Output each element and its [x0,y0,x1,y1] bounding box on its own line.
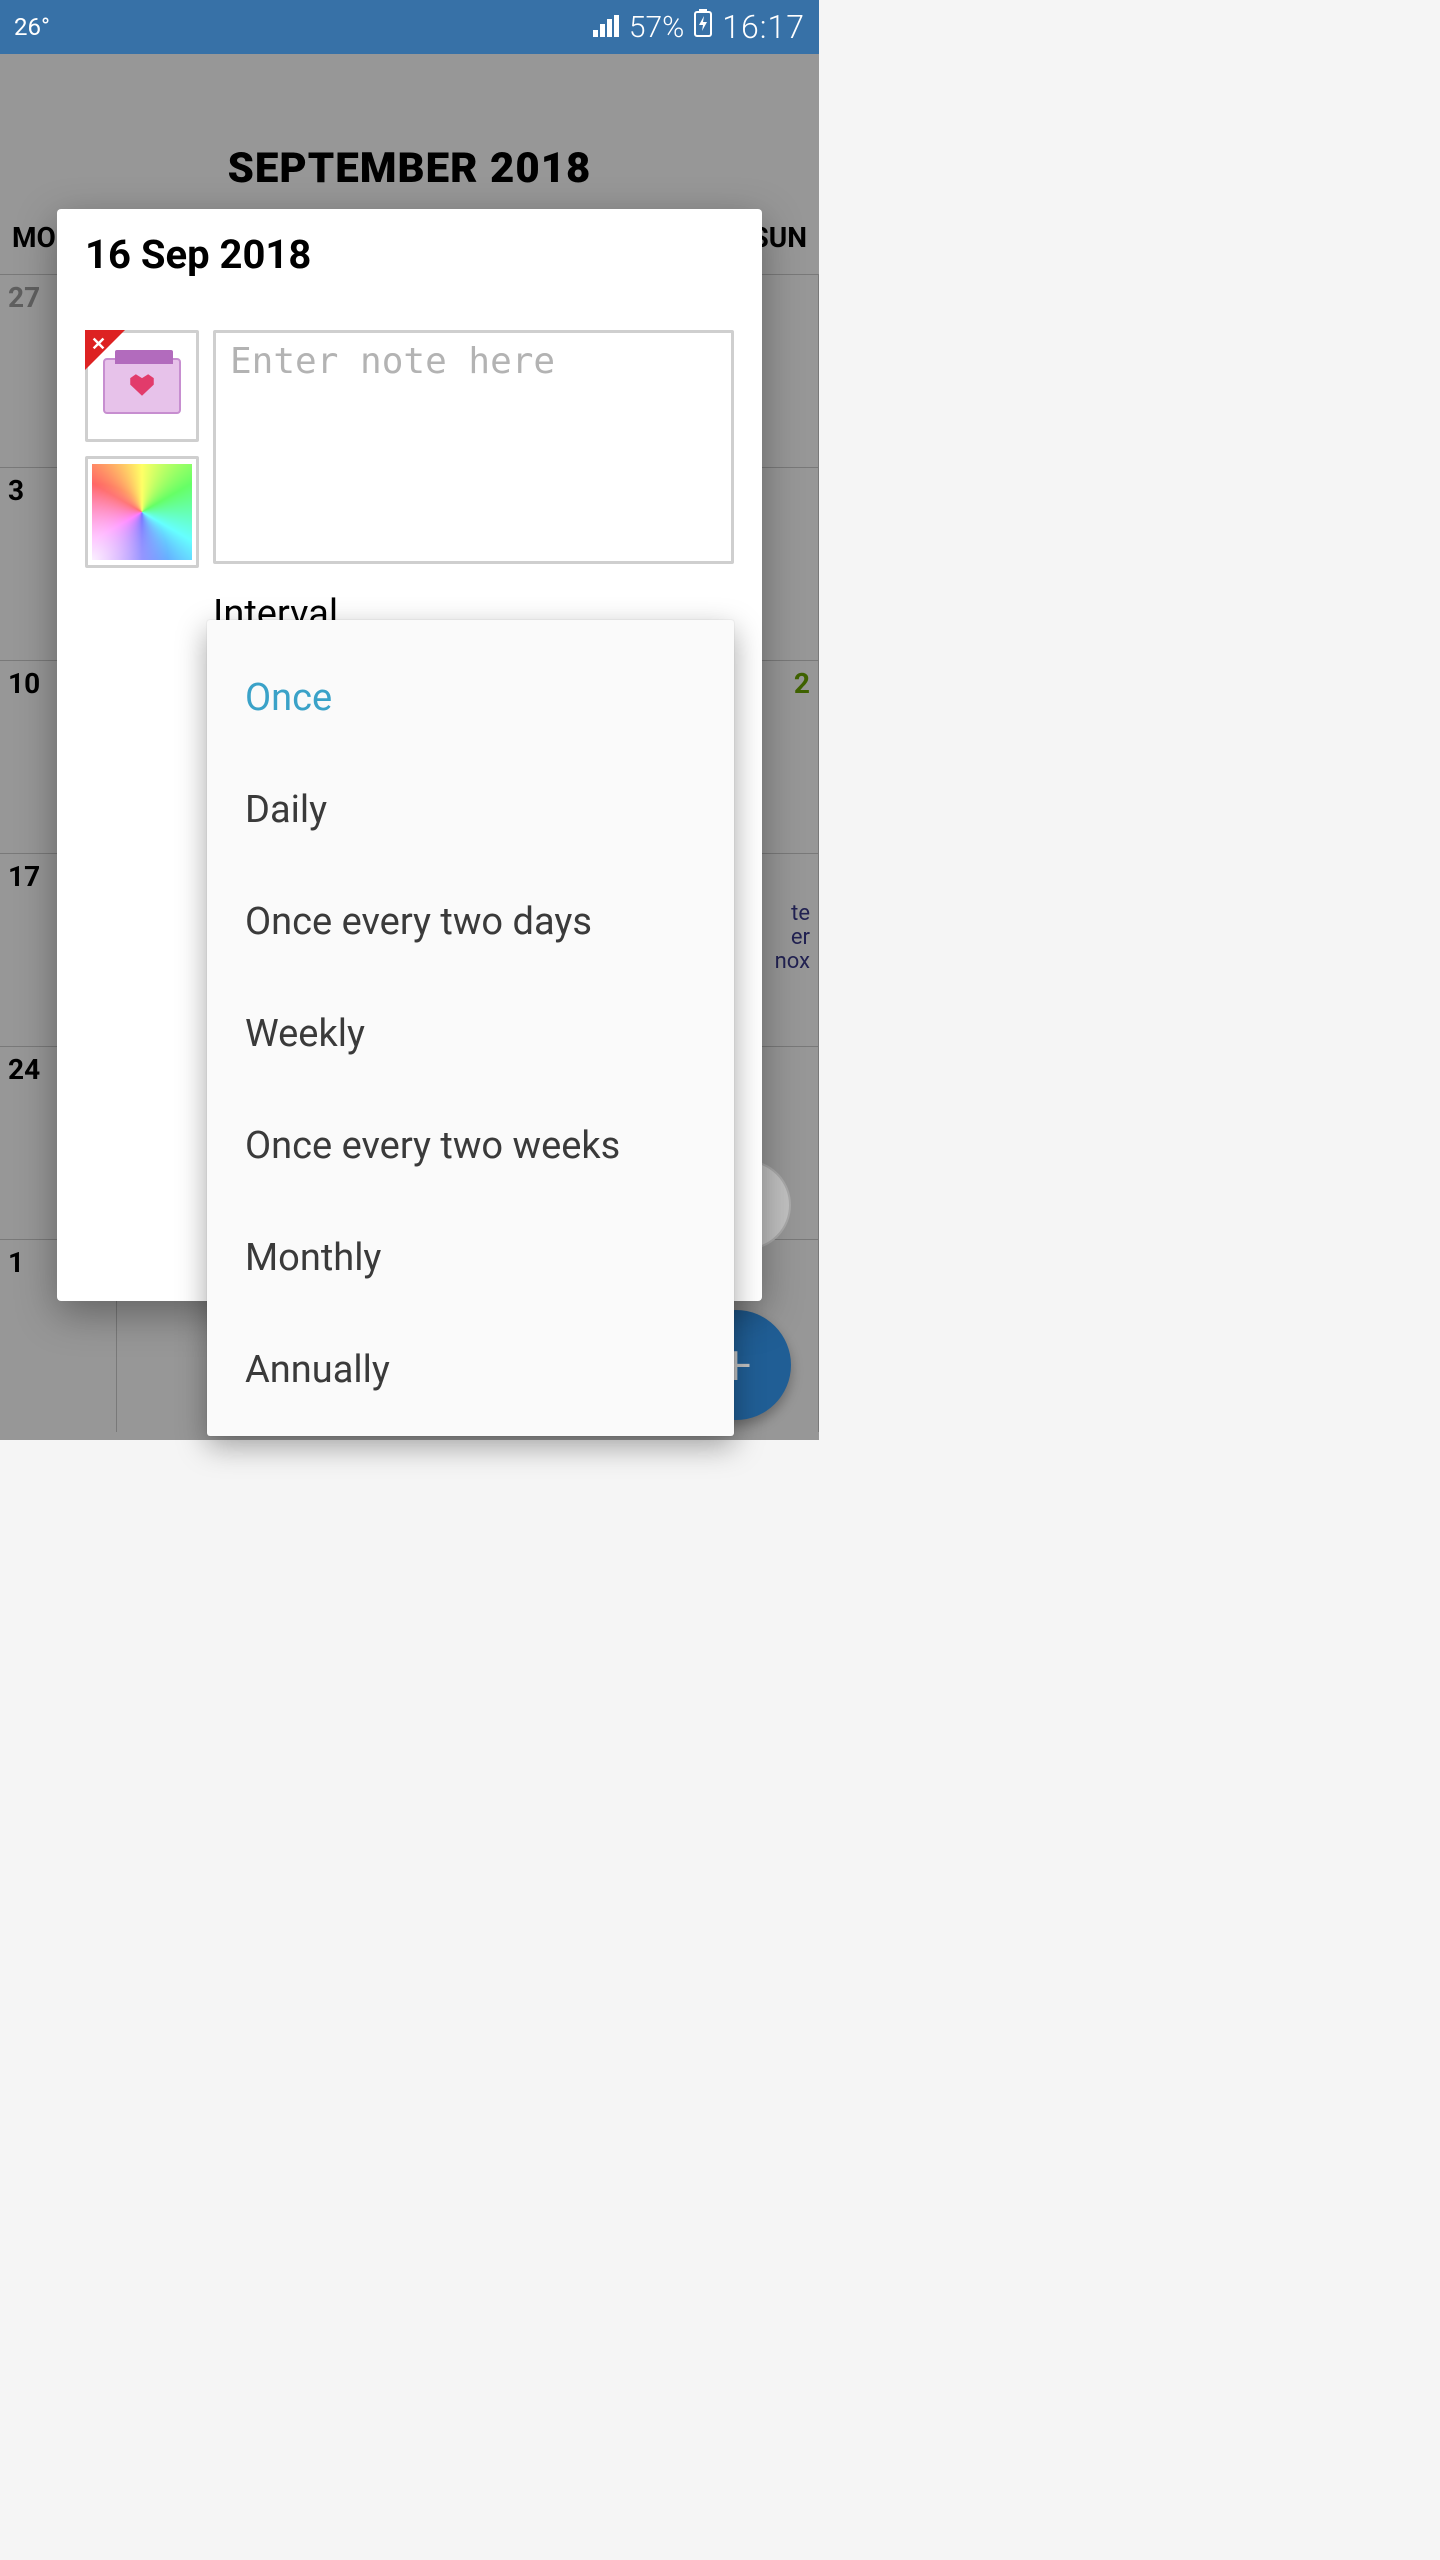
signal-icon [593,10,619,45]
interval-dropdown: Once Daily Once every two days Weekly On… [207,620,734,1436]
interval-option-annually[interactable]: Annually [207,1314,734,1426]
status-right: 57% 16:17 [593,8,805,46]
status-time: 16:17 [722,8,805,46]
note-text-input[interactable] [213,330,734,564]
status-temperature: 26° [14,13,50,41]
status-bar: 26° 57% 16:17 [0,0,819,54]
battery-charging-icon [694,9,712,45]
dialog-date-title: 16 Sep 2018 [85,231,734,278]
interval-option-every-two-weeks[interactable]: Once every two weeks [207,1090,734,1202]
interval-option-weekly[interactable]: Weekly [207,978,734,1090]
note-color-picker[interactable] [85,456,199,568]
note-image-picker[interactable]: ✕ [85,330,199,442]
battery-percent: 57% [629,10,684,45]
close-icon: ✕ [91,334,106,355]
heart-card-icon [103,358,181,414]
interval-option-once[interactable]: Once [207,642,734,754]
interval-option-monthly[interactable]: Monthly [207,1202,734,1314]
color-swatch-icon [92,464,192,560]
interval-option-daily[interactable]: Daily [207,754,734,866]
interval-option-every-two-days[interactable]: Once every two days [207,866,734,978]
